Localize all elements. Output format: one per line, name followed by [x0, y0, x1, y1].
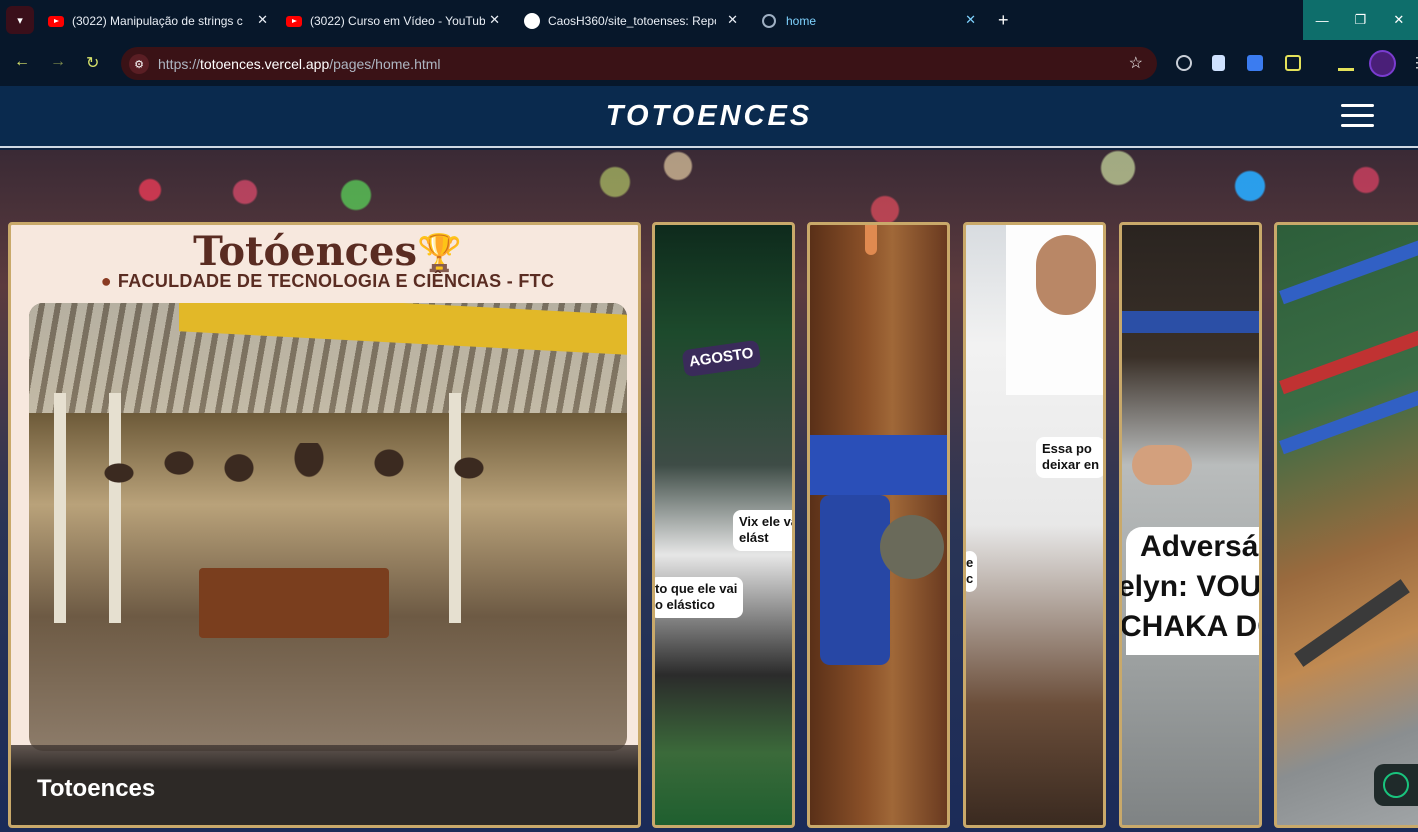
restore-button[interactable]: ❐: [1341, 0, 1379, 40]
chatgpt-floating-button[interactable]: [1374, 764, 1418, 806]
extension-openai-icon[interactable]: [1176, 55, 1192, 71]
tab-title: home: [786, 14, 817, 28]
blue-rod: [1279, 389, 1418, 455]
extension-docs-icon[interactable]: [1212, 55, 1225, 71]
site-header: TOTOENCES: [0, 86, 1418, 148]
openai-icon: [1383, 772, 1409, 798]
github-icon: [524, 13, 540, 29]
poster-subtitle: ● FACULDADE DE TECNOLOGIA E CIÊNCIAS - FT…: [11, 271, 638, 292]
blue-rod: [810, 435, 947, 495]
youtube-icon: [48, 15, 64, 27]
foosball-ball: [865, 225, 877, 255]
profile-avatar[interactable]: [1369, 50, 1396, 77]
gallery-card-3[interactable]: Essa po deixar en e c: [963, 222, 1106, 828]
tab-home[interactable]: home ✕: [762, 6, 976, 36]
url-path: /pages/home.html: [329, 56, 441, 72]
handle-rod: [1294, 579, 1410, 667]
hamburger-menu-icon[interactable]: [1341, 104, 1374, 128]
overlay-line: elyn: VOU: [1119, 570, 1262, 603]
globe-icon: [762, 14, 776, 28]
tab-title: (3022) Manipulação de strings c: [72, 14, 243, 28]
video-caption-bubble: Vix ele va elást: [733, 510, 792, 551]
video-caption-bubble: e c: [966, 551, 978, 592]
blue-player-figure: [820, 495, 890, 665]
gallery-card-4[interactable]: Adversá elyn: VOU CHAKA DO: [1119, 222, 1262, 828]
group-photo: [29, 303, 627, 751]
site-brand[interactable]: TOTOENCES: [0, 100, 1418, 133]
url-text[interactable]: https://totoences.vercel.app/pages/home.…: [158, 56, 441, 72]
video-caption-bubble: Essa po deixar en: [1036, 437, 1103, 478]
location-pin-icon: ●: [100, 271, 112, 291]
gallery-card-main[interactable]: Totóences🏆 ● FACULDADE DE TECNOLOGIA E CI…: [8, 222, 641, 828]
close-icon[interactable]: ✕: [965, 12, 976, 28]
close-icon[interactable]: ✕: [727, 12, 738, 28]
poster-subtitle-text: FACULDADE DE TECNOLOGIA E CIÊNCIAS - FTC: [117, 271, 555, 291]
video-caption-bubble: to que ele vai o elástico: [655, 577, 744, 618]
url-prefix: https://: [158, 56, 201, 72]
trophy-icon: 🏆: [417, 232, 462, 274]
gallery-card-1[interactable]: AGOSTO Vix ele va elást to que ele vai o…: [652, 222, 795, 828]
browser-tab-strip: ▾ (3022) Manipulação de strings c ✕ (302…: [0, 0, 1418, 42]
tab-github-repo[interactable]: CaosH360/site_totoenses: Repo ✕: [524, 6, 738, 36]
new-tab-button[interactable]: +: [998, 10, 1009, 31]
poster-title: Totóences🏆: [11, 228, 638, 275]
blue-rod: [1279, 239, 1418, 305]
ball: [880, 515, 944, 579]
site-info-icon[interactable]: ⚙: [129, 54, 149, 74]
banner-text: AGOSTO: [681, 339, 762, 377]
url-domain: totoences.vercel.app: [200, 56, 330, 72]
tab-title: (3022) Curso em Vídeo - YouTub: [310, 14, 485, 28]
tab-title: CaosH360/site_totoenses: Repo: [548, 14, 716, 28]
address-bar[interactable]: ⚙ https://totoences.vercel.app/pages/hom…: [121, 47, 1157, 80]
overlay-line: Adversá: [1140, 530, 1259, 563]
back-icon[interactable]: ←: [14, 53, 30, 71]
close-window-button[interactable]: ✕: [1380, 0, 1418, 40]
tab-youtube-curso[interactable]: (3022) Curso em Vídeo - YouTub ✕: [286, 6, 500, 36]
bookmark-star-icon[interactable]: ☆: [1129, 53, 1143, 73]
pillar: [54, 393, 66, 623]
card-caption-text: Totoences: [37, 775, 156, 802]
reading-list-icon[interactable]: [1338, 55, 1354, 71]
gallery-card-2[interactable]: [807, 222, 950, 828]
gallery-card-5[interactable]: [1274, 222, 1418, 828]
poster-title-text: Totóences: [193, 228, 418, 275]
feet: [1132, 445, 1192, 485]
minimize-button[interactable]: —: [1303, 0, 1341, 40]
reload-icon[interactable]: ↻: [86, 53, 99, 73]
blue-rod: [1122, 311, 1259, 333]
extensions-puzzle-icon[interactable]: [1285, 55, 1301, 71]
card-caption: Totoences: [11, 745, 638, 825]
youtube-icon: [286, 15, 302, 27]
window-controls: — ❐ ✕: [1303, 0, 1418, 40]
foosball-table: [199, 568, 389, 638]
close-icon[interactable]: ✕: [489, 12, 500, 28]
tab-youtube-strings[interactable]: (3022) Manipulação de strings c ✕: [48, 6, 268, 36]
extension-translate-icon[interactable]: [1247, 55, 1263, 71]
forward-icon[interactable]: →: [50, 53, 66, 71]
tab-search-icon[interactable]: ▾: [6, 6, 34, 34]
person-face: [1036, 235, 1096, 315]
browser-menu-icon[interactable]: ⋮: [1410, 54, 1418, 71]
browser-toolbar: ← → ↻ ⚙ https://totoences.vercel.app/pag…: [0, 42, 1418, 86]
close-icon[interactable]: ✕: [257, 12, 268, 28]
red-rod: [1279, 329, 1418, 395]
overlay-line: CHAKA DO: [1120, 610, 1259, 643]
video-caption-overlay: Adversá elyn: VOU CHAKA DO: [1122, 527, 1259, 655]
